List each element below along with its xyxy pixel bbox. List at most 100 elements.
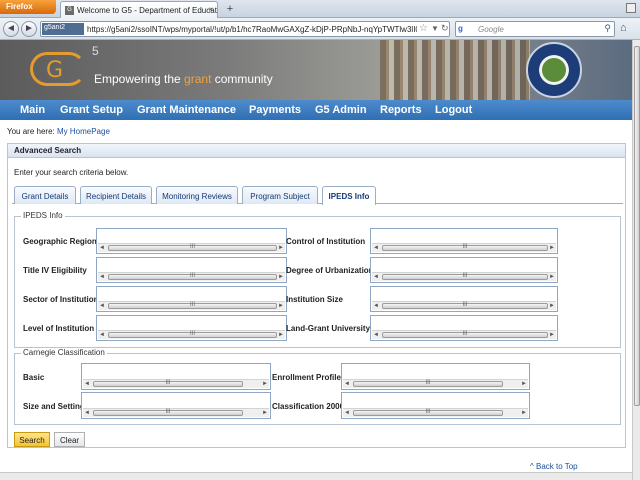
institution-size-listbox[interactable]: ◄ III ►: [370, 286, 558, 312]
menu-g5-admin[interactable]: G5 Admin: [315, 104, 367, 116]
menu-payments[interactable]: Payments: [249, 104, 301, 116]
browser-tab[interactable]: G Welcome to G5 - Department of Educati.…: [60, 1, 218, 18]
tab-close-icon[interactable]: ×: [208, 5, 213, 14]
home-icon[interactable]: ⌂: [620, 22, 627, 34]
page-vertical-scrollbar[interactable]: [632, 40, 640, 480]
scroll-left-icon[interactable]: ◄: [98, 331, 106, 339]
tab-recipient-details[interactable]: Recipient Details: [80, 186, 152, 204]
tab-monitoring-reviews[interactable]: Monitoring Reviews: [156, 186, 238, 204]
scroll-left-icon[interactable]: ◄: [98, 302, 106, 310]
listbox-hscrollbar[interactable]: ◄ III ►: [372, 301, 556, 310]
scroll-thumb[interactable]: III: [93, 409, 243, 416]
menu-reports[interactable]: Reports: [380, 104, 422, 116]
menu-grant-setup[interactable]: Grant Setup: [60, 104, 123, 116]
tab-ipeds-info[interactable]: IPEDS Info: [322, 186, 376, 205]
scroll-left-icon[interactable]: ◄: [372, 302, 380, 310]
scroll-thumb[interactable]: III: [353, 409, 503, 416]
menu-grant-maintenance[interactable]: Grant Maintenance: [137, 104, 236, 116]
scroll-right-icon[interactable]: ►: [548, 244, 556, 252]
degree-of-urbanization-listbox[interactable]: ◄ III ►: [370, 257, 558, 283]
scroll-left-icon[interactable]: ◄: [372, 331, 380, 339]
listbox-hscrollbar[interactable]: ◄ III ►: [83, 379, 269, 388]
scroll-thumb[interactable]: III: [382, 273, 548, 280]
tab-grant-details[interactable]: Grant Details: [14, 186, 76, 204]
tab-program-subject[interactable]: Program Subject: [242, 186, 318, 204]
scroll-grip-icon: III: [189, 273, 196, 279]
scroll-right-icon[interactable]: ►: [520, 380, 528, 388]
listbox-hscrollbar[interactable]: ◄ III ►: [343, 408, 528, 417]
page-scroll-thumb[interactable]: [634, 46, 640, 406]
scroll-left-icon[interactable]: ◄: [83, 380, 91, 388]
geographic-region-listbox[interactable]: ◄ III ►: [96, 228, 287, 254]
menu-logout[interactable]: Logout: [435, 104, 472, 116]
scroll-right-icon[interactable]: ►: [548, 273, 556, 281]
site-identity-badge[interactable]: g5ani2: [42, 23, 84, 35]
listbox-hscrollbar[interactable]: ◄ III ►: [372, 272, 556, 281]
back-icon[interactable]: ◄: [3, 21, 19, 37]
control-of-institution-listbox[interactable]: ◄ III ►: [370, 228, 558, 254]
forward-icon[interactable]: ►: [21, 21, 37, 37]
listbox-hscrollbar[interactable]: ◄ III ►: [98, 272, 285, 281]
search-button[interactable]: Search: [14, 432, 50, 447]
scroll-right-icon[interactable]: ►: [548, 331, 556, 339]
listbox-hscrollbar[interactable]: ◄ III ►: [98, 330, 285, 339]
listbox-hscrollbar[interactable]: ◄ III ►: [343, 379, 528, 388]
scroll-left-icon[interactable]: ◄: [343, 380, 351, 388]
scroll-right-icon[interactable]: ►: [277, 273, 285, 281]
firefox-menu-button[interactable]: Firefox: [0, 0, 56, 14]
basic-listbox[interactable]: ◄ III ►: [81, 363, 271, 390]
scroll-left-icon[interactable]: ◄: [98, 273, 106, 281]
listbox-hscrollbar[interactable]: ◄ III ►: [98, 243, 285, 252]
listbox-hscrollbar[interactable]: ◄ III ►: [83, 408, 269, 417]
url-text[interactable]: https://g5ani2/ssoINT/wps/myportal/!ut/p…: [87, 25, 417, 34]
google-icon[interactable]: g: [458, 24, 470, 34]
scroll-left-icon[interactable]: ◄: [372, 244, 380, 252]
scroll-right-icon[interactable]: ►: [277, 244, 285, 252]
scroll-right-icon[interactable]: ►: [261, 409, 269, 417]
search-instructions: Enter your search criteria below.: [14, 168, 129, 177]
reload-icon[interactable]: ↻: [441, 23, 449, 34]
listbox-hscrollbar[interactable]: ◄ III ►: [98, 301, 285, 310]
scroll-grip-icon: III: [425, 409, 431, 415]
favicon-icon: G: [65, 6, 74, 15]
search-bar[interactable]: g Google ⚲: [455, 21, 615, 37]
breadcrumb-link[interactable]: My HomePage: [57, 127, 110, 136]
scroll-left-icon[interactable]: ◄: [372, 273, 380, 281]
size-and-setting-listbox[interactable]: ◄ III ►: [81, 392, 271, 419]
title-iv-eligibility-listbox[interactable]: ◄ III ►: [96, 257, 287, 283]
page-horizontal-scrollbar[interactable]: [0, 472, 632, 480]
menu-main[interactable]: Main: [20, 104, 45, 116]
bookmark-star-icon[interactable]: ☆: [419, 23, 428, 34]
sector-of-institution-listbox[interactable]: ◄ III ►: [96, 286, 287, 312]
scroll-right-icon[interactable]: ►: [520, 409, 528, 417]
scroll-right-icon[interactable]: ►: [261, 380, 269, 388]
land-grant-university-listbox[interactable]: ◄ III ►: [370, 315, 558, 341]
scroll-left-icon[interactable]: ◄: [83, 409, 91, 417]
scroll-thumb[interactable]: III: [108, 302, 277, 309]
scroll-thumb[interactable]: III: [93, 380, 243, 387]
scroll-left-icon[interactable]: ◄: [343, 409, 351, 417]
scroll-thumb[interactable]: III: [382, 244, 548, 251]
scroll-thumb[interactable]: III: [382, 331, 548, 338]
scroll-right-icon[interactable]: ►: [277, 302, 285, 310]
search-icon[interactable]: ⚲: [604, 23, 611, 34]
scroll-thumb[interactable]: III: [108, 331, 277, 338]
scroll-left-icon[interactable]: ◄: [98, 244, 106, 252]
listbox-hscrollbar[interactable]: ◄ III ►: [372, 330, 556, 339]
address-bar[interactable]: g5ani2 https://g5ani2/ssoINT/wps/myporta…: [40, 21, 450, 37]
window-control-icon[interactable]: [626, 3, 636, 13]
scroll-thumb[interactable]: III: [108, 273, 277, 280]
listbox-hscrollbar[interactable]: ◄ III ►: [372, 243, 556, 252]
classification-2000-listbox[interactable]: ◄ III ►: [341, 392, 530, 419]
scroll-thumb[interactable]: III: [382, 302, 548, 309]
new-tab-button[interactable]: +: [222, 2, 238, 16]
level-of-institution-listbox[interactable]: ◄ III ►: [96, 315, 287, 341]
scroll-right-icon[interactable]: ►: [277, 331, 285, 339]
scroll-right-icon[interactable]: ►: [548, 302, 556, 310]
history-dropdown-icon[interactable]: ▼: [431, 24, 439, 33]
clear-button[interactable]: Clear: [54, 432, 85, 447]
enrollment-profile-listbox[interactable]: ◄ III ►: [341, 363, 530, 390]
back-to-top-link[interactable]: ^ Back to Top: [530, 462, 578, 471]
scroll-thumb[interactable]: III: [108, 244, 277, 251]
scroll-thumb[interactable]: III: [353, 380, 503, 387]
